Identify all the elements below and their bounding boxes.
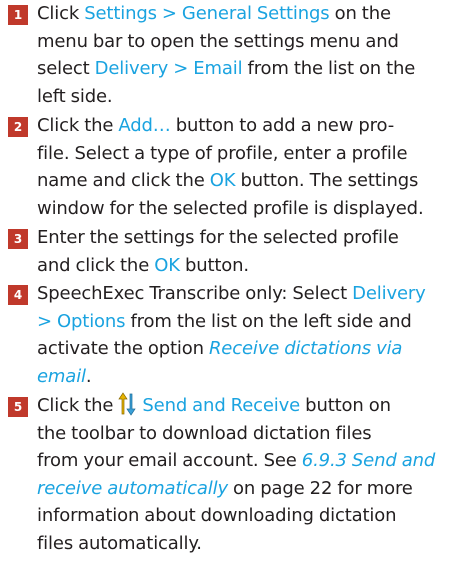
- step-line: the toolbar to download dictation files: [37, 420, 473, 448]
- step-line: Click the Send and Receive button on: [37, 392, 473, 420]
- step-line: name and click the OK button. The settin…: [37, 167, 473, 195]
- step-text: Enter the settings for the selected prof…: [37, 224, 473, 279]
- step-text-run: from the list on the: [242, 58, 416, 80]
- ui-reference: Settings > General Settings: [84, 3, 330, 24]
- step-text-run: files automatically.: [37, 532, 202, 554]
- step-text-run: left side.: [37, 85, 113, 107]
- step-line: window for the selected profile is displ…: [37, 195, 473, 223]
- step-text-run: SpeechExec Transcribe only: Select: [37, 283, 353, 304]
- step-number-badge: 3: [8, 229, 28, 249]
- step-text-run: on page 22 for more: [227, 477, 413, 499]
- step-line: information about downloading dictation: [37, 502, 473, 530]
- step-text: Click the Send and Receive button on the …: [37, 392, 473, 558]
- send-receive-icon: [118, 392, 136, 416]
- step-line: > Options from the list on the left side…: [37, 308, 473, 336]
- step-line: receive automatically on page 22 for mor…: [37, 475, 473, 503]
- step-line: SpeechExec Transcribe only: Select Deliv…: [37, 280, 473, 308]
- cross-reference: email: [37, 365, 86, 387]
- step-line: Click the Add… button to add a new pro-: [37, 112, 473, 140]
- step-text: Click Settings > General Settings on the…: [37, 0, 473, 110]
- step-text-run: button on: [300, 395, 391, 416]
- step-text-run: Click the: [37, 395, 119, 416]
- step-number-badge: 5: [8, 397, 28, 417]
- step-text: Click the Add… button to add a new pro-f…: [37, 112, 473, 222]
- ui-reference: Delivery: [352, 283, 426, 304]
- step-text-run: and click the: [37, 254, 155, 276]
- ui-reference: Send and Receive: [142, 395, 301, 416]
- cross-reference: Receive dictations via: [208, 338, 403, 360]
- ui-reference: OK: [209, 170, 236, 192]
- step-text-run: information about downloading dictation: [37, 505, 397, 527]
- step-text-run: window for the selected profile is displ…: [37, 197, 424, 219]
- step-number-badge: 4: [8, 285, 28, 305]
- step-number-badge: 2: [8, 117, 28, 137]
- step-text-run: button to add a new pro-: [170, 115, 395, 136]
- step-text-run: activate the option: [37, 338, 209, 360]
- step-text-run: on the: [329, 3, 391, 24]
- cross-reference: 6.9.3 Send and: [301, 450, 436, 472]
- step-number-badge: 1: [8, 5, 28, 25]
- step-line: Enter the settings for the selected prof…: [37, 224, 473, 252]
- step-text-run: file. Select a type of profile, enter a …: [37, 142, 408, 164]
- step-line: from your email account. See 6.9.3 Send …: [37, 447, 473, 475]
- cross-reference: receive automatically: [37, 477, 228, 499]
- step-text-run: Enter the settings for the selected prof…: [37, 227, 399, 248]
- step-text-run: button. The settings: [235, 170, 419, 192]
- instruction-steps: 1 Click Settings > General Settings on t…: [0, 0, 473, 582]
- step-text-run: Click the: [37, 115, 119, 136]
- step-line: files automatically.: [37, 530, 473, 558]
- ui-reference: > Options: [37, 310, 126, 332]
- step-text-run: button.: [179, 254, 249, 276]
- step-line: and click the OK button.: [37, 252, 473, 280]
- step-line: select Delivery > Email from the list on…: [37, 55, 473, 83]
- step-text-run: Click: [37, 3, 85, 24]
- ui-reference: Add…: [118, 115, 171, 136]
- step-text-run: menu bar to open the settings menu and: [37, 30, 399, 52]
- step-text-run: name and click the: [37, 170, 210, 192]
- step-line: activate the option Receive dictations v…: [37, 335, 473, 363]
- ui-reference: Delivery > Email: [94, 58, 243, 80]
- step-text-run: select: [37, 58, 95, 80]
- step-text-run: from your email account. See: [37, 450, 302, 472]
- step-text: SpeechExec Transcribe only: Select Deliv…: [37, 280, 473, 390]
- step-text-run: from the list on the left side and: [125, 310, 412, 332]
- step-line: left side.: [37, 83, 473, 111]
- step-line: menu bar to open the settings menu and: [37, 28, 473, 56]
- step-line: file. Select a type of profile, enter a …: [37, 140, 473, 168]
- step-text-run: the toolbar to download dictation files: [37, 422, 372, 444]
- ui-reference: OK: [154, 254, 180, 276]
- step-line: email.: [37, 363, 473, 391]
- step-line: Click Settings > General Settings on the: [37, 0, 473, 28]
- step-text-run: .: [85, 365, 92, 387]
